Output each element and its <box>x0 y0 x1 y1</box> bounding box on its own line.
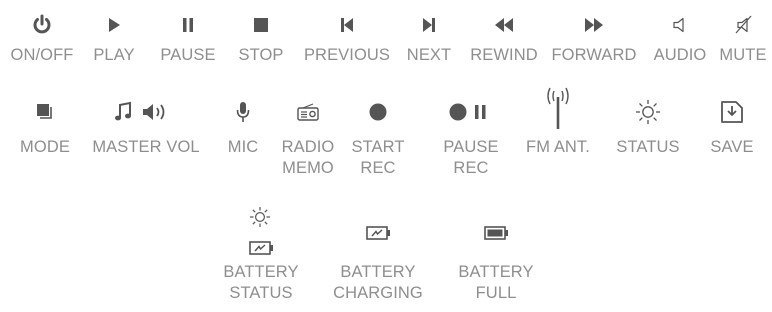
save-icon <box>719 92 745 132</box>
stop-icon <box>253 10 269 40</box>
forward-icon <box>583 10 605 40</box>
legend-item-radio-memo: RADIO MEMO <box>276 92 340 179</box>
legend-item-fm-ant: FM ANT. <box>518 87 598 158</box>
next-icon <box>422 10 436 40</box>
legend-label: START REC <box>351 138 405 177</box>
legend-label: BATTERY CHARGING <box>333 263 423 302</box>
legend-label: ON/OFF <box>10 46 74 64</box>
legend-label: FM ANT. <box>526 138 590 156</box>
legend-label: REWIND <box>470 46 538 64</box>
legend-item-rewind: REWIND <box>464 0 544 66</box>
legend-item-on-off: ON/OFF <box>6 0 78 66</box>
legend-label: PLAY <box>93 46 135 64</box>
battery-charging-icon <box>363 206 393 262</box>
legend-item-master-vol: MASTER VOL <box>84 92 208 158</box>
legend-item-play: PLAY <box>86 0 142 66</box>
speaker-icon <box>671 10 689 40</box>
legend-item-mode: MODE <box>14 92 76 158</box>
legend-label: PREVIOUS <box>303 46 391 64</box>
rewind-icon <box>493 10 515 40</box>
radio-icon <box>296 92 320 132</box>
music-volume-icon <box>113 92 179 132</box>
legend-item-pause: PAUSE <box>154 0 222 66</box>
play-icon <box>107 10 121 40</box>
legend-label: STOP <box>238 46 284 64</box>
legend-label: RADIO MEMO <box>281 138 335 177</box>
legend-item-save: SAVE <box>702 92 762 158</box>
legend-item-battery-status: BATTERY STATUS <box>216 206 306 304</box>
legend-label: BATTERY STATUS <box>223 263 299 302</box>
legend-label: NEXT <box>406 46 452 64</box>
legend-label: MUTE <box>719 46 767 64</box>
mode-icon <box>35 92 55 132</box>
legend-label: MIC <box>227 138 259 156</box>
previous-icon <box>340 10 354 40</box>
legend-item-forward: FORWARD <box>546 0 642 66</box>
legend-item-mute: MUTE <box>714 0 772 66</box>
battery-full-icon <box>481 206 511 262</box>
legend-label: SAVE <box>710 138 754 156</box>
mute-icon <box>732 10 754 40</box>
record-pause-icon <box>449 92 493 132</box>
legend-label: BATTERY FULL <box>458 263 534 302</box>
pause-icon <box>181 10 195 40</box>
record-icon <box>368 92 388 132</box>
microphone-icon <box>234 92 252 132</box>
legend-label: STATUS <box>616 138 680 156</box>
legend-item-start-rec: START REC <box>350 92 406 179</box>
legend-label: MODE <box>20 138 70 156</box>
legend-item-pause-rec: PAUSE REC <box>436 92 506 179</box>
legend-label: PAUSE REC <box>443 138 499 177</box>
legend-item-battery-full: BATTERY FULL <box>450 206 542 304</box>
power-icon <box>31 10 53 40</box>
battery-status-icon <box>246 206 276 262</box>
legend-item-previous: PREVIOUS <box>300 0 394 66</box>
legend-item-status: STATUS <box>610 92 686 158</box>
antenna-icon <box>543 87 573 132</box>
legend-item-mic: MIC <box>218 92 268 158</box>
sun-icon <box>635 92 661 132</box>
legend-label: FORWARD <box>551 46 637 64</box>
legend-label: PAUSE <box>160 46 216 64</box>
legend-item-stop: STOP <box>232 0 290 66</box>
legend-item-battery-charging: BATTERY CHARGING <box>326 206 430 304</box>
legend-label: AUDIO <box>653 46 707 64</box>
legend-item-next: NEXT <box>402 0 456 66</box>
legend-item-audio: AUDIO <box>648 0 712 66</box>
legend-label: MASTER VOL <box>92 138 200 156</box>
